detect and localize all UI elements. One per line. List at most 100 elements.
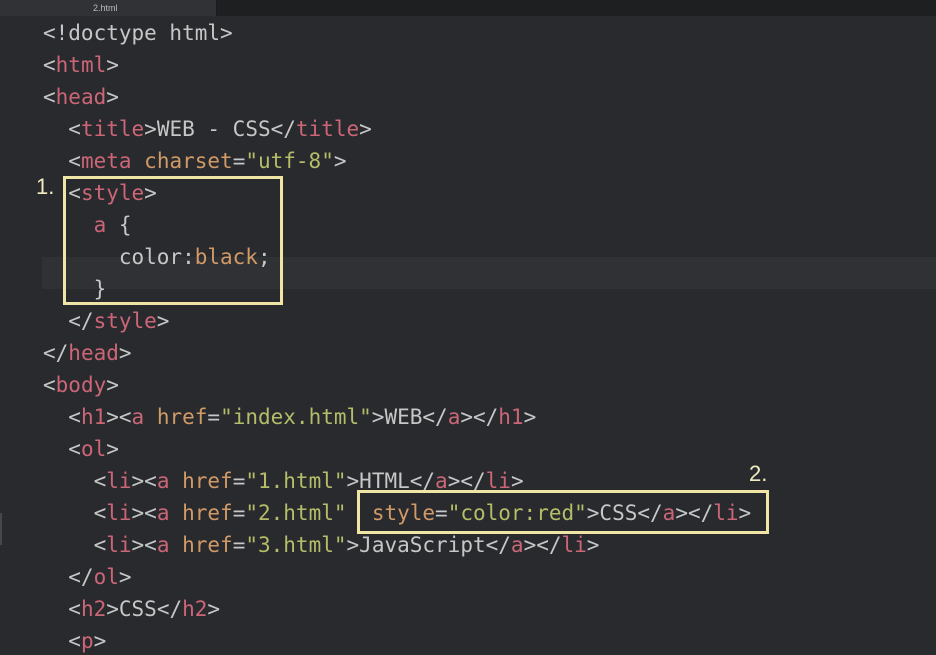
code-token: < — [43, 373, 56, 397]
code-token: > — [106, 373, 119, 397]
code-line: <h2>CSS</h2> — [43, 593, 220, 625]
code-token: charset — [144, 149, 233, 173]
code-token: > — [156, 309, 170, 333]
code-token: </ — [156, 597, 183, 621]
code-token: ></ — [523, 533, 562, 557]
code-token: href — [156, 405, 208, 429]
code-line: <head> — [43, 81, 119, 113]
code-line: <title>WEB - CSS</title> — [43, 113, 372, 145]
code-token: > — [207, 597, 221, 621]
code-token: = — [207, 405, 221, 429]
code-line: </ol> — [43, 561, 132, 593]
code-token: < — [43, 53, 56, 77]
code-token: > — [333, 149, 347, 173]
code-token: a — [131, 405, 145, 429]
tab-bar: 2.html — [0, 0, 936, 16]
code-token: </ — [43, 341, 69, 365]
code-token: title — [80, 117, 145, 141]
annotation-box-style-block — [63, 176, 283, 305]
code-token: < — [43, 597, 81, 621]
code-editor[interactable]: <!doctype html> <html> <head> <title>WEB -… — [0, 16, 936, 655]
code-token: > — [586, 533, 600, 557]
code-token: a — [156, 501, 170, 525]
code-token: > — [106, 597, 119, 621]
code-token: > — [359, 117, 372, 141]
code-token: > — [106, 437, 119, 461]
code-token: JavaScript — [359, 533, 486, 557]
code-token: a — [156, 533, 170, 557]
code-token: "1.html" — [245, 469, 347, 493]
code-token: </ — [422, 405, 448, 429]
code-token: html — [55, 53, 107, 77]
code-token: < — [43, 85, 56, 109]
code-token: < — [43, 405, 81, 429]
code-token: > — [93, 629, 107, 653]
code-token: "index.html" — [220, 405, 372, 429]
code-token: >< — [131, 533, 157, 557]
code-line: <!doctype html> — [43, 17, 233, 49]
code-token: </ — [485, 533, 511, 557]
code-token: "2.html" — [245, 501, 347, 525]
code-token: href — [182, 501, 233, 525]
code-token: title — [295, 117, 360, 141]
code-token: > — [346, 533, 360, 557]
code-token: </ — [270, 117, 296, 141]
code-token: p — [80, 629, 94, 653]
code-token: > — [106, 53, 119, 77]
code-token: < — [43, 117, 81, 141]
code-token: ol — [80, 437, 107, 461]
code-token: li — [106, 469, 132, 493]
code-token: = — [232, 149, 246, 173]
code-token: a — [156, 469, 170, 493]
code-token: > — [118, 565, 132, 589]
code-token: CSS — [118, 597, 157, 621]
code-token: >< — [131, 501, 157, 525]
annotation-box-style-attribute — [357, 490, 769, 534]
code-token: li — [561, 533, 587, 557]
code-token: > — [371, 405, 385, 429]
code-token: < — [43, 469, 107, 493]
code-token: < — [43, 501, 107, 525]
code-token: li — [106, 501, 132, 525]
code-token: head — [68, 341, 119, 365]
code-token: h2 — [182, 597, 208, 621]
code-token: < — [43, 149, 81, 173]
annotation-number-1: 1. — [36, 174, 55, 199]
code-line: <h1><a href="index.html">WEB</a></h1> — [43, 401, 536, 433]
code-token: < — [43, 437, 81, 461]
code-token: "utf-8" — [245, 149, 334, 173]
tab-2-html[interactable]: 2.html — [0, 0, 217, 16]
code-token: >< — [131, 469, 157, 493]
code-token: < — [43, 629, 81, 653]
code-token: a — [510, 533, 524, 557]
code-line: <p> — [43, 625, 106, 655]
code-line: </style> — [43, 305, 169, 337]
code-token: > — [523, 405, 537, 429]
code-token: h1 — [498, 405, 524, 429]
code-token: href — [182, 533, 233, 557]
code-token: h2 — [80, 597, 107, 621]
code-token: style — [93, 309, 157, 333]
code-token: ></ — [460, 405, 499, 429]
tab-label: 2.html — [93, 3, 118, 13]
code-token: WEB — [384, 405, 423, 429]
code-line: </head> — [43, 337, 132, 369]
code-token: > — [118, 341, 132, 365]
code-token: >< — [106, 405, 132, 429]
code-token: head — [55, 85, 107, 109]
code-token: > — [144, 117, 157, 141]
code-token: a — [447, 405, 461, 429]
code-token: body — [55, 373, 107, 397]
code-token: <!doctype html> — [43, 21, 233, 45]
code-token: = — [232, 533, 246, 557]
code-token: < — [43, 533, 107, 557]
code-token: "3.html" — [245, 533, 347, 557]
code-token: </ — [43, 309, 94, 333]
code-token: li — [106, 533, 132, 557]
code-token: > — [106, 85, 119, 109]
annotation-number-2: 2. — [749, 461, 768, 486]
